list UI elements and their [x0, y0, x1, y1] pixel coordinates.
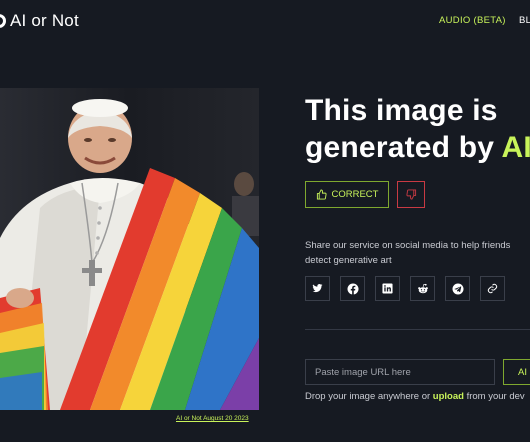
logo[interactable]: AI or Not	[0, 10, 79, 32]
correct-button-label: CORRECT	[331, 189, 379, 200]
headline-line-2-prefix: generated by	[305, 131, 502, 164]
nav-audio-beta[interactable]: AUDIO (BETA)	[439, 15, 506, 26]
reddit-icon	[417, 283, 428, 293]
check-ai-button[interactable]: AI	[503, 359, 530, 385]
section-divider	[305, 329, 530, 330]
share-twitter-button[interactable]	[305, 276, 330, 301]
incorrect-button[interactable]	[397, 181, 425, 208]
headline-highlight: AI	[501, 131, 530, 164]
image-url-input[interactable]	[305, 359, 495, 385]
result-headline: This image is generated by AI	[305, 92, 530, 166]
headline-line-1: This image is	[305, 94, 498, 127]
drop-prefix: Drop your image anywhere or	[305, 391, 433, 402]
share-text: Share our service on social media to hel…	[305, 240, 511, 266]
share-facebook-button[interactable]	[340, 276, 365, 301]
linkedin-icon	[382, 283, 393, 294]
thumbs-up-icon	[316, 189, 327, 200]
drop-suffix: from your dev	[463, 391, 525, 402]
thumbs-down-icon	[405, 189, 416, 200]
telegram-icon	[452, 283, 463, 294]
logo-text: AI or Not	[10, 11, 79, 30]
facebook-icon	[347, 283, 358, 294]
drop-instructions: Drop your image anywhere or upload from …	[305, 391, 530, 402]
nav-blog[interactable]: BL	[519, 15, 530, 26]
copy-link-button[interactable]	[480, 276, 505, 301]
upload-link[interactable]: upload	[433, 391, 464, 402]
analyzed-image-illustration	[0, 88, 259, 410]
correct-button[interactable]: CORRECT	[305, 181, 389, 208]
share-telegram-button[interactable]	[445, 276, 470, 301]
logo-mark-icon	[0, 14, 6, 28]
social-share-buttons	[305, 276, 505, 301]
link-icon	[487, 283, 498, 294]
share-linkedin-button[interactable]	[375, 276, 400, 301]
twitter-icon	[312, 284, 323, 293]
image-caption[interactable]: AI or Not August 20 2023	[176, 415, 249, 422]
share-reddit-button[interactable]	[410, 276, 435, 301]
headline-line-2: generated by AI	[305, 129, 530, 166]
analyzed-image	[0, 88, 259, 410]
